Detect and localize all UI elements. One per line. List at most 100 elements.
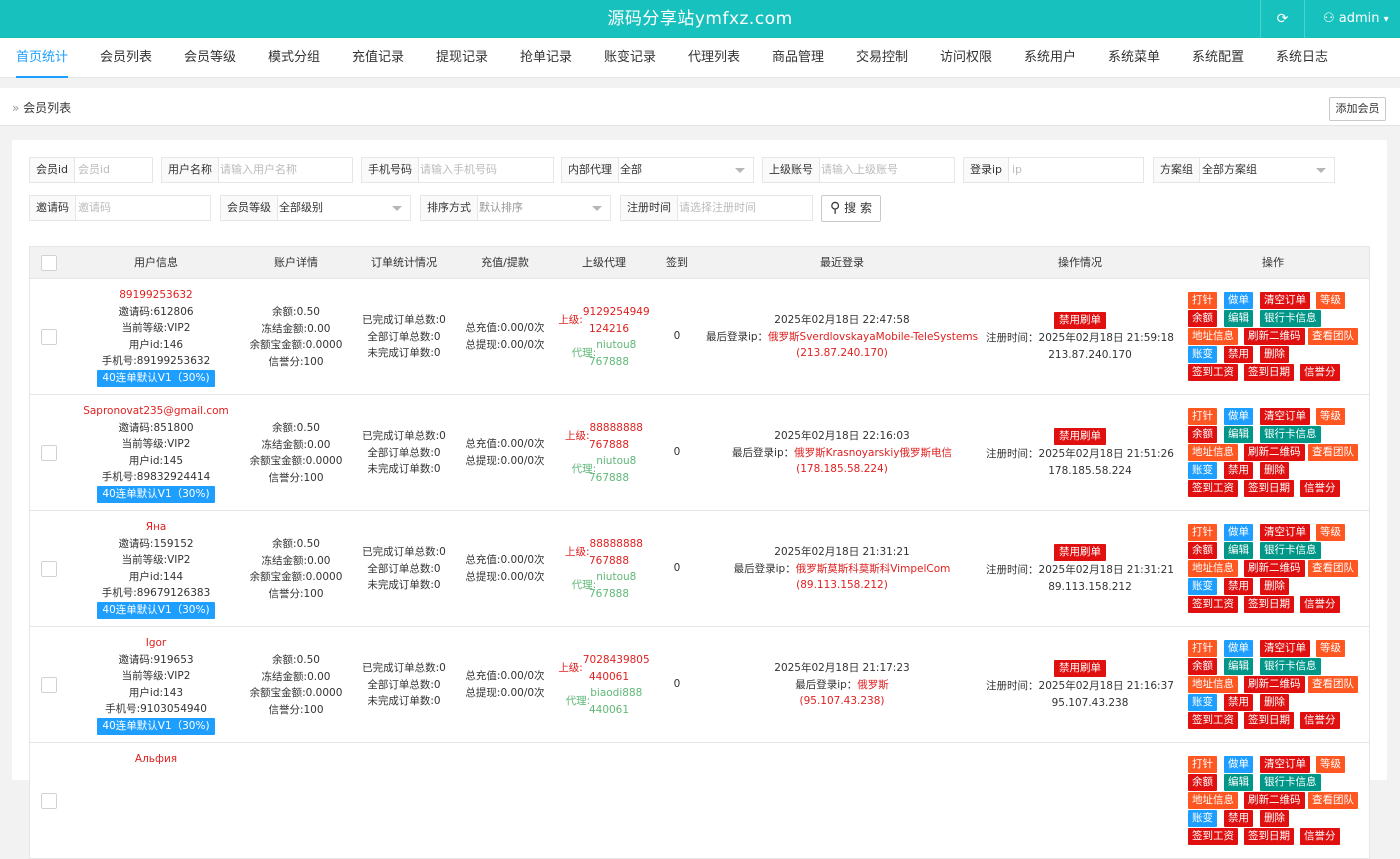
refresh-qr-button[interactable]: 刷新二维码 <box>1244 792 1305 809</box>
select-all-checkbox[interactable] <box>41 255 57 271</box>
balance-change-button[interactable]: 账变 <box>1188 810 1217 827</box>
refresh-button[interactable]: ⟳ <box>1260 0 1304 38</box>
nav-access[interactable]: 访问权限 <box>940 38 992 78</box>
inject-button[interactable]: 打针 <box>1188 640 1217 657</box>
sign-date-button[interactable]: 签到日期 <box>1244 364 1294 381</box>
agent-link[interactable]: niutou8 <box>596 571 636 583</box>
plan-group-select[interactable]: 方案组 全部方案组 <box>1153 157 1335 183</box>
address-button[interactable]: 地址信息 <box>1188 444 1238 461</box>
add-member-button[interactable]: 添加会员 <box>1329 97 1386 121</box>
nav-member-list[interactable]: 会员列表 <box>100 38 152 78</box>
nav-withdraw[interactable]: 提现记录 <box>436 38 488 78</box>
clear-orders-button[interactable]: 清空订单 <box>1260 292 1310 309</box>
agent-select[interactable]: 内部代理 全部 <box>561 157 754 183</box>
level-button[interactable]: 等级 <box>1316 292 1345 309</box>
delete-button[interactable]: 删除 <box>1260 462 1289 479</box>
clear-orders-button[interactable]: 清空订单 <box>1260 640 1310 657</box>
level-button[interactable]: 等级 <box>1316 408 1345 425</box>
credit-score-button[interactable]: 信誉分 <box>1300 828 1340 845</box>
search-button[interactable]: ⚲ 搜 索 <box>821 195 881 222</box>
edit-button[interactable]: 编辑 <box>1224 774 1253 791</box>
parent-account-link[interactable]: 9129254949 <box>583 306 650 318</box>
credit-score-button[interactable]: 信誉分 <box>1300 596 1340 613</box>
disable-order-button[interactable]: 禁用刷单 <box>1054 544 1106 561</box>
address-button[interactable]: 地址信息 <box>1188 792 1238 809</box>
address-button[interactable]: 地址信息 <box>1188 328 1238 345</box>
refresh-qr-button[interactable]: 刷新二维码 <box>1244 560 1305 577</box>
disable-button[interactable]: 禁用 <box>1224 462 1253 479</box>
edit-button[interactable]: 编辑 <box>1224 426 1253 443</box>
bank-card-button[interactable]: 银行卡信息 <box>1260 426 1321 443</box>
nav-trade-control[interactable]: 交易控制 <box>856 38 908 78</box>
sign-salary-button[interactable]: 签到工资 <box>1188 364 1238 381</box>
row-checkbox[interactable] <box>41 329 57 345</box>
level-button[interactable]: 等级 <box>1316 524 1345 541</box>
delete-button[interactable]: 删除 <box>1260 810 1289 827</box>
delete-button[interactable]: 删除 <box>1260 578 1289 595</box>
parent-account-link[interactable]: 88888888 <box>590 422 643 434</box>
view-team-button[interactable]: 查看团队 <box>1308 444 1358 461</box>
nav-home-stats[interactable]: 首页统计 <box>16 38 69 78</box>
username-input[interactable]: 用户名称 请输入用户名称 <box>161 157 353 183</box>
reg-time-input[interactable]: 注册时间 请选择注册时间 <box>620 195 813 221</box>
delete-button[interactable]: 删除 <box>1260 694 1289 711</box>
bank-card-button[interactable]: 银行卡信息 <box>1260 310 1321 327</box>
parent-account-input[interactable]: 上级账号 请输入上级账号 <box>762 157 955 183</box>
make-order-button[interactable]: 做单 <box>1224 640 1253 657</box>
balance-change-button[interactable]: 账变 <box>1188 346 1217 363</box>
sign-date-button[interactable]: 签到日期 <box>1244 828 1294 845</box>
address-button[interactable]: 地址信息 <box>1188 676 1238 693</box>
disable-button[interactable]: 禁用 <box>1224 346 1253 363</box>
inject-button[interactable]: 打针 <box>1188 408 1217 425</box>
nav-balance-change[interactable]: 账变记录 <box>604 38 656 78</box>
level-select[interactable]: 会员等级 全部级别 <box>220 195 411 221</box>
row-checkbox[interactable] <box>41 561 57 577</box>
sort-select[interactable]: 排序方式 默认排序 <box>420 195 611 221</box>
credit-score-button[interactable]: 信誉分 <box>1300 480 1340 497</box>
refresh-qr-button[interactable]: 刷新二维码 <box>1244 328 1305 345</box>
nav-sys-log[interactable]: 系统日志 <box>1276 38 1328 78</box>
edit-button[interactable]: 编辑 <box>1224 658 1253 675</box>
row-checkbox[interactable] <box>41 445 57 461</box>
level-button[interactable]: 等级 <box>1316 640 1345 657</box>
clear-orders-button[interactable]: 清空订单 <box>1260 524 1310 541</box>
view-team-button[interactable]: 查看团队 <box>1308 676 1358 693</box>
sign-salary-button[interactable]: 签到工资 <box>1188 712 1238 729</box>
user-name[interactable]: 89199253632 <box>74 287 238 304</box>
sign-date-button[interactable]: 签到日期 <box>1244 596 1294 613</box>
nav-sys-users[interactable]: 系统用户 <box>1024 38 1076 78</box>
sign-salary-button[interactable]: 签到工资 <box>1188 596 1238 613</box>
user-name[interactable]: Igor <box>74 635 238 652</box>
disable-order-button[interactable]: 禁用刷单 <box>1054 428 1106 445</box>
user-name[interactable]: Яна <box>74 519 238 536</box>
refresh-qr-button[interactable]: 刷新二维码 <box>1244 444 1305 461</box>
balance-button[interactable]: 余额 <box>1188 658 1217 675</box>
balance-button[interactable]: 余额 <box>1188 426 1217 443</box>
nav-recharge[interactable]: 充值记录 <box>352 38 404 78</box>
refresh-qr-button[interactable]: 刷新二维码 <box>1244 676 1305 693</box>
view-team-button[interactable]: 查看团队 <box>1308 560 1358 577</box>
bank-card-button[interactable]: 银行卡信息 <box>1260 542 1321 559</box>
disable-order-button[interactable]: 禁用刷单 <box>1054 660 1106 677</box>
nav-mode-group[interactable]: 模式分组 <box>268 38 320 78</box>
balance-change-button[interactable]: 账变 <box>1188 462 1217 479</box>
user-name[interactable]: Sapronovat235@gmail.com <box>74 403 238 420</box>
clear-orders-button[interactable]: 清空订单 <box>1260 408 1310 425</box>
edit-button[interactable]: 编辑 <box>1224 310 1253 327</box>
agent-link[interactable]: niutou8 <box>596 455 636 467</box>
nav-member-level[interactable]: 会员等级 <box>184 38 236 78</box>
disable-order-button[interactable]: 禁用刷单 <box>1054 312 1106 329</box>
invite-code-input[interactable]: 邀请码 邀请码 <box>29 195 211 221</box>
nav-sys-config[interactable]: 系统配置 <box>1192 38 1244 78</box>
delete-button[interactable]: 删除 <box>1260 346 1289 363</box>
make-order-button[interactable]: 做单 <box>1224 524 1253 541</box>
parent-account-link[interactable]: 88888888 <box>590 538 643 550</box>
view-team-button[interactable]: 查看团队 <box>1308 792 1358 809</box>
inject-button[interactable]: 打针 <box>1188 292 1217 309</box>
view-team-button[interactable]: 查看团队 <box>1308 328 1358 345</box>
user-name[interactable]: Альфия <box>74 751 238 768</box>
balance-button[interactable]: 余额 <box>1188 774 1217 791</box>
make-order-button[interactable]: 做单 <box>1224 408 1253 425</box>
disable-button[interactable]: 禁用 <box>1224 578 1253 595</box>
edit-button[interactable]: 编辑 <box>1224 542 1253 559</box>
